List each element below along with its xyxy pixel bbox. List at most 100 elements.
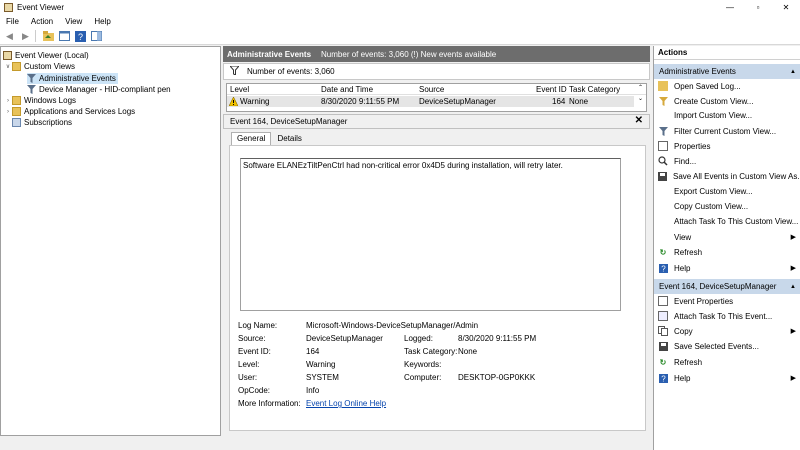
maximize-button[interactable]: ▫ <box>744 0 772 15</box>
action-copy[interactable]: Copy ▶ <box>654 324 800 338</box>
computer-label: Computer: <box>404 373 442 382</box>
menu-view[interactable]: View <box>59 17 88 26</box>
help-icon[interactable]: ? <box>74 30 87 43</box>
menu-action[interactable]: Action <box>25 17 59 26</box>
action-save-all-events[interactable]: Save All Events in Custom View As... <box>654 169 800 183</box>
action-refresh[interactable]: ↻ Refresh <box>654 245 800 259</box>
filter-icon[interactable] <box>228 65 241 77</box>
source-label: Source: <box>238 334 266 343</box>
view-header: Administrative Events Number of events: … <box>223 46 650 62</box>
action-view[interactable]: View ▶ <box>654 230 800 244</box>
column-task-category[interactable]: Task Category <box>569 85 620 94</box>
filter-icon <box>27 74 36 83</box>
save-icon <box>658 341 668 351</box>
action-find[interactable]: Find... <box>654 154 800 168</box>
event-viewer-icon <box>3 51 12 60</box>
source-value: DeviceSetupManager <box>306 334 383 343</box>
computer-value: DESKTOP-0GP0KKK <box>458 373 536 382</box>
filter-icon <box>27 85 36 94</box>
action-copy-custom-view[interactable]: Copy Custom View... <box>654 199 800 213</box>
opcode-label: OpCode: <box>238 386 271 395</box>
tab-details[interactable]: Details <box>271 132 307 145</box>
table-row[interactable]: Warning 8/30/2020 9:11:55 PM DeviceSetup… <box>227 96 634 107</box>
collapse-icon[interactable]: ▲ <box>790 284 796 290</box>
action-event-properties[interactable]: Event Properties <box>654 294 800 308</box>
logged-value: 8/30/2020 9:11:55 PM <box>458 334 537 343</box>
close-button[interactable]: ✕ <box>772 0 800 15</box>
folder-icon <box>12 96 21 105</box>
tree-item-custom-views[interactable]: ∨ Custom Views <box>4 61 75 72</box>
tree-item-windows-logs[interactable]: › Windows Logs <box>4 95 76 106</box>
show-hide-action-pane-icon[interactable] <box>90 30 103 43</box>
collapsed-chevron-icon[interactable]: › <box>4 98 12 104</box>
minimize-button[interactable]: — <box>716 0 744 15</box>
action-attach-task-to-view[interactable]: Attach Task To This Custom View... <box>654 214 800 228</box>
grid-scrollbar[interactable]: ⌃ ⌄ <box>635 84 646 106</box>
expanded-chevron-icon[interactable]: ∨ <box>4 63 12 70</box>
cell-source: DeviceSetupManager <box>419 97 496 106</box>
toolbar: ◀ ▶ ? <box>0 28 800 45</box>
action-create-custom-view[interactable]: Create Custom View... <box>654 94 800 108</box>
tree-item-subscriptions[interactable]: Subscriptions <box>12 117 72 128</box>
tree-item-administrative-events[interactable]: Administrative Events <box>27 73 118 84</box>
blank-icon <box>658 216 668 226</box>
blank-icon <box>658 201 668 211</box>
cell-date: 8/30/2020 9:11:55 PM <box>321 97 400 106</box>
actions-section-event[interactable]: Event 164, DeviceSetupManager ▲ <box>654 279 800 294</box>
menu-bar: File Action View Help <box>0 15 800 28</box>
window-title: Event Viewer <box>17 3 64 12</box>
action-filter-current-view[interactable]: Filter Current Custom View... <box>654 124 800 138</box>
tree-item-app-services-logs[interactable]: › Applications and Services Logs <box>4 106 135 117</box>
cell-level: Warning <box>240 97 270 106</box>
show-hide-tree-icon[interactable] <box>58 30 71 43</box>
folder-icon <box>12 62 21 71</box>
back-icon[interactable]: ◀ <box>3 30 16 43</box>
collapsed-chevron-icon[interactable]: › <box>4 109 12 115</box>
up-folder-icon[interactable] <box>42 30 55 43</box>
menu-file[interactable]: File <box>0 17 25 26</box>
submenu-arrow-icon: ▶ <box>790 265 796 272</box>
copy-icon <box>658 326 668 336</box>
tree-item-device-manager[interactable]: Device Manager - HID-compliant pen <box>27 84 171 95</box>
detail-tabs: General Details <box>231 132 308 145</box>
close-icon[interactable]: ✕ <box>635 115 643 126</box>
keywords-label: Keywords: <box>404 360 442 369</box>
scroll-up-icon[interactable]: ⌃ <box>635 84 646 95</box>
action-properties[interactable]: Properties <box>654 139 800 153</box>
action-open-saved-log[interactable]: Open Saved Log... <box>654 79 800 93</box>
filter-add-icon <box>658 96 668 106</box>
grid-header: Level Date and Time Source Event ID Task… <box>227 84 646 95</box>
warning-icon <box>228 96 239 108</box>
menu-help[interactable]: Help <box>88 17 116 26</box>
event-message[interactable]: Software ELANEzTiltPenCtrl had non-criti… <box>240 158 621 311</box>
action-help[interactable]: ? Help ▶ <box>654 261 800 275</box>
save-icon <box>658 171 667 181</box>
action-save-selected-events[interactable]: Save Selected Events... <box>654 339 800 353</box>
action-refresh-event[interactable]: ↻ Refresh <box>654 355 800 369</box>
collapse-icon[interactable]: ▲ <box>790 69 796 75</box>
title-bar: Event Viewer — ▫ ✕ <box>0 0 800 15</box>
open-folder-icon <box>658 81 668 91</box>
event-log-help-link[interactable]: Event Log Online Help <box>306 399 386 408</box>
event-id-label: Event ID: <box>238 347 271 356</box>
event-viewer-icon <box>4 3 13 12</box>
scroll-down-icon[interactable]: ⌄ <box>635 95 646 106</box>
column-event-id[interactable]: Event ID <box>536 85 567 94</box>
column-level[interactable]: Level <box>230 85 249 94</box>
filter-icon <box>658 126 668 136</box>
level-value: Warning <box>306 360 336 369</box>
column-date[interactable]: Date and Time <box>321 85 373 94</box>
action-export-custom-view[interactable]: Export Custom View... <box>654 184 800 198</box>
tab-general[interactable]: General <box>231 132 272 145</box>
refresh-icon: ↻ <box>659 247 667 257</box>
forward-icon[interactable]: ▶ <box>19 30 32 43</box>
svg-text:?: ? <box>661 374 666 383</box>
action-help-event[interactable]: ? Help ▶ <box>654 371 800 385</box>
tree-item-root[interactable]: Event Viewer (Local) <box>3 50 89 61</box>
actions-section-administrative-events[interactable]: Administrative Events ▲ <box>654 64 800 79</box>
action-attach-task-to-event[interactable]: Attach Task To This Event... <box>654 309 800 323</box>
cell-event-id: 164 <box>552 97 566 106</box>
cell-task: None <box>569 97 589 106</box>
action-import-custom-view[interactable]: Import Custom View... <box>654 108 800 122</box>
column-source[interactable]: Source <box>419 85 444 94</box>
